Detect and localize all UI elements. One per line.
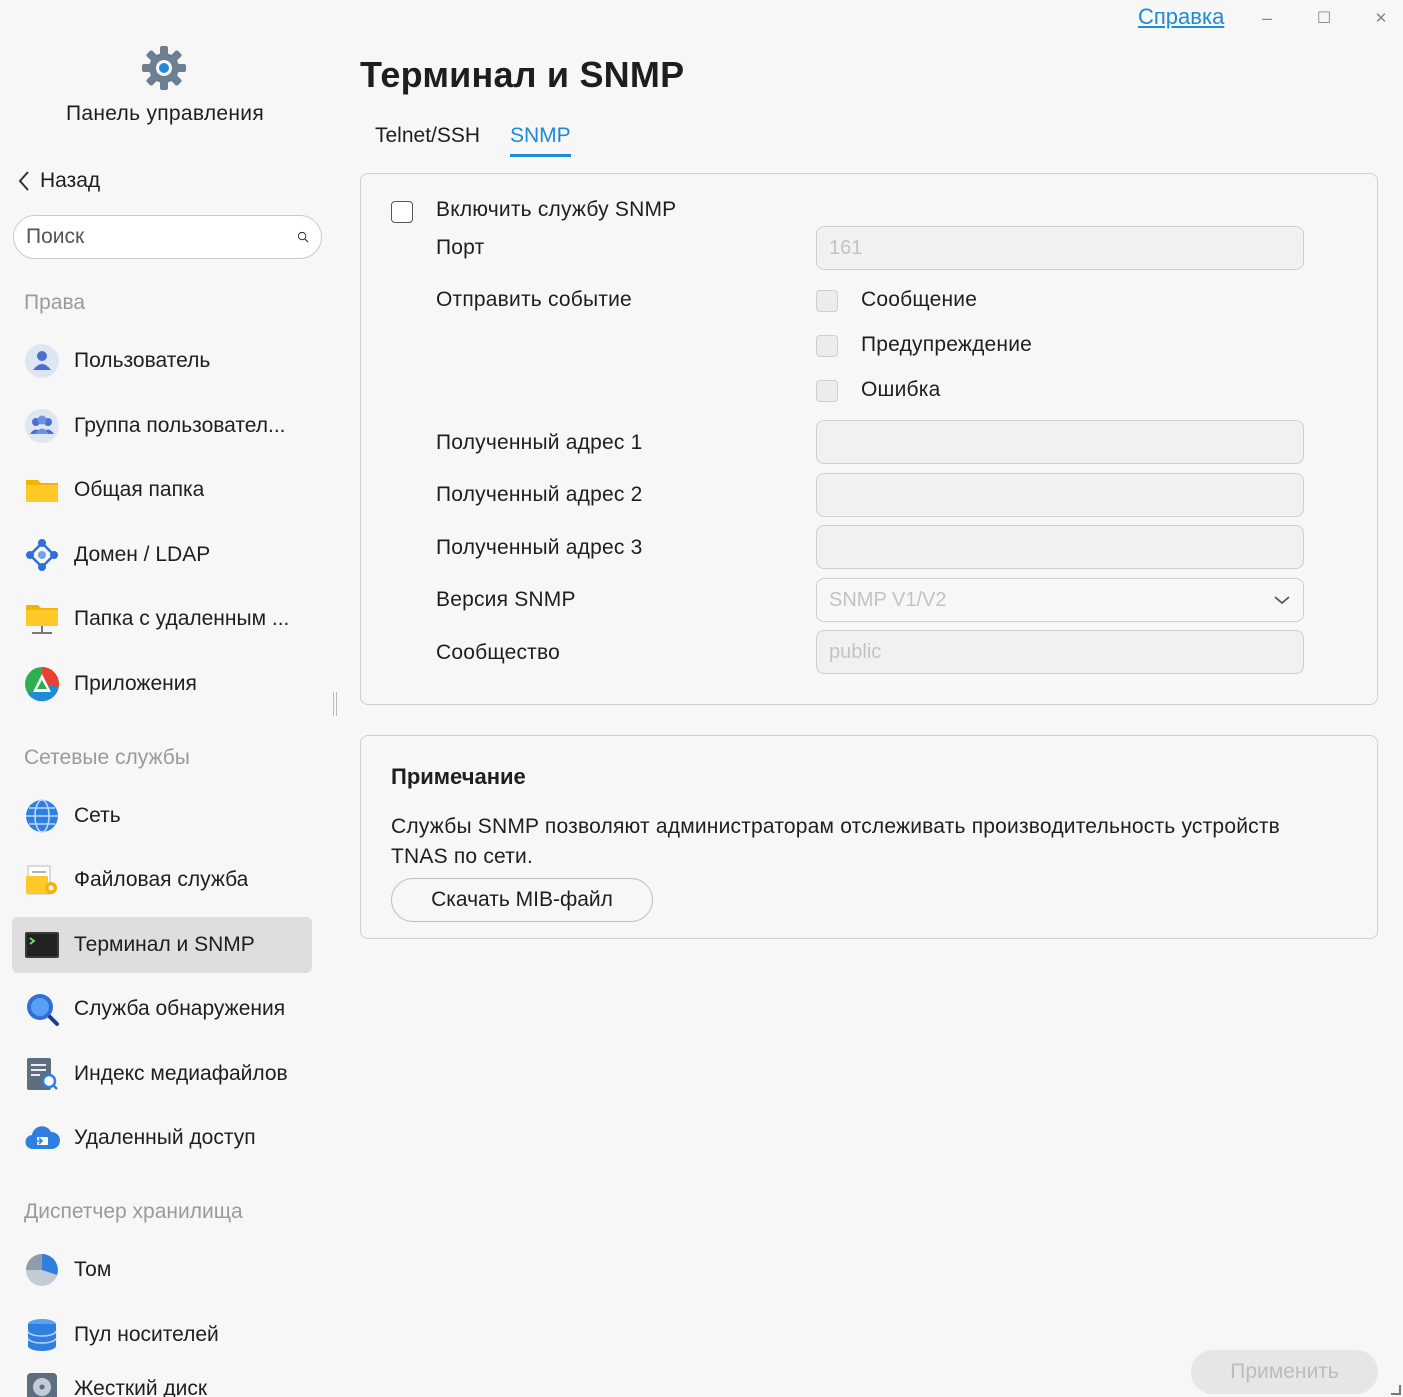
- search-box[interactable]: [13, 215, 322, 259]
- media-index-icon: [24, 1056, 60, 1092]
- user-icon: [24, 343, 60, 379]
- sidebar-resize-handle[interactable]: [333, 692, 337, 716]
- chevron-left-icon: [18, 171, 29, 191]
- app-title: Панель управления: [65, 102, 265, 125]
- port-label: Порт: [436, 236, 485, 259]
- event-error-checkbox[interactable]: [816, 380, 838, 402]
- event-info-label: Сообщение: [861, 288, 978, 311]
- address2-label: Полученный адрес 2: [436, 483, 643, 506]
- sidebar-item-storage-pool[interactable]: Пул носителей: [12, 1307, 312, 1363]
- back-button[interactable]: Назад: [16, 166, 100, 196]
- minimize-button[interactable]: –: [1252, 4, 1282, 32]
- community-input[interactable]: [816, 630, 1304, 674]
- sidebar-item-label: Приложения: [74, 672, 197, 695]
- snmp-version-label: Версия SNMP: [436, 588, 576, 611]
- terminal-icon: [24, 927, 60, 963]
- applications-icon: [24, 666, 60, 702]
- section-title-rights: Права: [24, 291, 86, 314]
- sidebar-item-label: Группа пользовател...: [74, 414, 286, 437]
- close-button[interactable]: ✕: [1366, 4, 1396, 32]
- sidebar-item-label: Сеть: [74, 804, 121, 827]
- sidebar-item-label: Индекс медиафайлов: [74, 1062, 288, 1085]
- chevron-down-icon: [1274, 596, 1290, 605]
- sidebar-item-label: Терминал и SNMP: [74, 933, 255, 956]
- sidebar-item-network[interactable]: Сеть: [12, 788, 312, 844]
- sidebar-item-user-group[interactable]: Группа пользовател...: [12, 398, 312, 454]
- storage-pool-icon: [24, 1317, 60, 1353]
- sidebar-item-remote-access[interactable]: Удаленный доступ: [12, 1110, 312, 1166]
- file-service-icon: [24, 862, 60, 898]
- search-input[interactable]: [26, 225, 297, 249]
- page-title: Терминал и SNMP: [360, 54, 685, 95]
- sidebar-item-user[interactable]: Пользователь: [12, 333, 312, 389]
- section-title-storage-manager: Диспетчер хранилища: [24, 1200, 243, 1223]
- sidebar-item-label: Служба обнаружения: [74, 997, 286, 1020]
- event-error-label: Ошибка: [861, 378, 941, 401]
- help-link[interactable]: Справка: [1138, 4, 1224, 30]
- sidebar-item-label: Пул носителей: [74, 1323, 219, 1346]
- download-mib-button[interactable]: Скачать MIB-файл: [391, 878, 653, 922]
- address1-input[interactable]: [816, 420, 1304, 464]
- tab-snmp[interactable]: SNMP: [510, 124, 571, 157]
- sidebar-item-hard-disk[interactable]: Жесткий диск: [12, 1371, 312, 1397]
- sidebar-item-label: Удаленный доступ: [74, 1126, 256, 1149]
- sidebar-item-shared-folder[interactable]: Общая папка: [12, 462, 312, 518]
- sidebar-item-label: Том: [74, 1258, 112, 1281]
- address3-label: Полученный адрес 3: [436, 536, 643, 559]
- sidebar-item-label: Жесткий диск: [74, 1377, 208, 1397]
- sidebar-item-terminal-snmp[interactable]: Терминал и SNMP: [12, 917, 312, 973]
- hard-disk-icon: [24, 1371, 60, 1397]
- search-icon[interactable]: [297, 224, 309, 250]
- sidebar-item-label: Пользователь: [74, 349, 211, 372]
- section-title-network-services: Сетевые службы: [24, 746, 190, 769]
- sidebar: Панель управления Назад Права Пользовате…: [0, 0, 337, 1397]
- remote-access-cloud-icon: [24, 1120, 60, 1156]
- volume-pie-icon: [24, 1252, 60, 1288]
- sidebar-item-discovery-service[interactable]: Служба обнаружения: [12, 981, 312, 1037]
- snmp-settings-panel: Включить службу SNMP Порт Отправить собы…: [360, 173, 1378, 705]
- apply-button[interactable]: Применить: [1191, 1350, 1378, 1394]
- sidebar-item-media-index[interactable]: Индекс медиафайлов: [12, 1046, 312, 1102]
- send-event-label: Отправить событие: [436, 288, 632, 311]
- shared-folder-icon: [24, 472, 60, 508]
- event-warning-checkbox[interactable]: [816, 335, 838, 357]
- note-text: Службы SNMP позволяют администраторам от…: [391, 815, 1280, 868]
- user-group-icon: [24, 408, 60, 444]
- discovery-search-icon: [24, 991, 60, 1027]
- network-globe-icon: [24, 798, 60, 834]
- community-label: Сообщество: [436, 641, 560, 664]
- remote-folder-icon: [24, 601, 60, 637]
- enable-snmp-checkbox[interactable]: [391, 201, 413, 223]
- sidebar-item-label: Папка с удаленным ...: [74, 607, 290, 630]
- sidebar-item-label: Домен / LDAP: [74, 543, 211, 566]
- tab-telnet-ssh[interactable]: Telnet/SSH: [375, 124, 480, 154]
- snmp-version-value: SNMP V1/V2: [829, 588, 947, 611]
- sidebar-item-file-service[interactable]: Файловая служба: [12, 852, 312, 908]
- port-input[interactable]: [816, 226, 1304, 270]
- event-warning-label: Предупреждение: [861, 333, 1033, 356]
- sidebar-item-applications[interactable]: Приложения: [12, 656, 312, 712]
- enable-snmp-label: Включить службу SNMP: [436, 198, 677, 221]
- gear-icon: [142, 46, 186, 90]
- sidebar-item-domain-ldap[interactable]: Домен / LDAP: [12, 527, 312, 583]
- window-resize-grip[interactable]: [1391, 1385, 1401, 1395]
- event-info-checkbox[interactable]: [816, 290, 838, 312]
- address3-input[interactable]: [816, 525, 1304, 569]
- domain-ldap-icon: [24, 537, 60, 573]
- sidebar-item-remote-folder[interactable]: Папка с удаленным ...: [12, 591, 312, 647]
- sidebar-item-volume[interactable]: Том: [12, 1242, 312, 1298]
- address2-input[interactable]: [816, 473, 1304, 517]
- sidebar-item-label: Файловая служба: [74, 868, 249, 891]
- address1-label: Полученный адрес 1: [436, 431, 643, 454]
- back-label: Назад: [40, 169, 101, 192]
- note-title: Примечание: [391, 764, 526, 789]
- maximize-button[interactable]: ☐: [1309, 4, 1339, 32]
- note-panel: Примечание Службы SNMP позволяют админис…: [360, 735, 1378, 939]
- snmp-version-select[interactable]: SNMP V1/V2: [816, 578, 1304, 622]
- sidebar-item-label: Общая папка: [74, 478, 205, 501]
